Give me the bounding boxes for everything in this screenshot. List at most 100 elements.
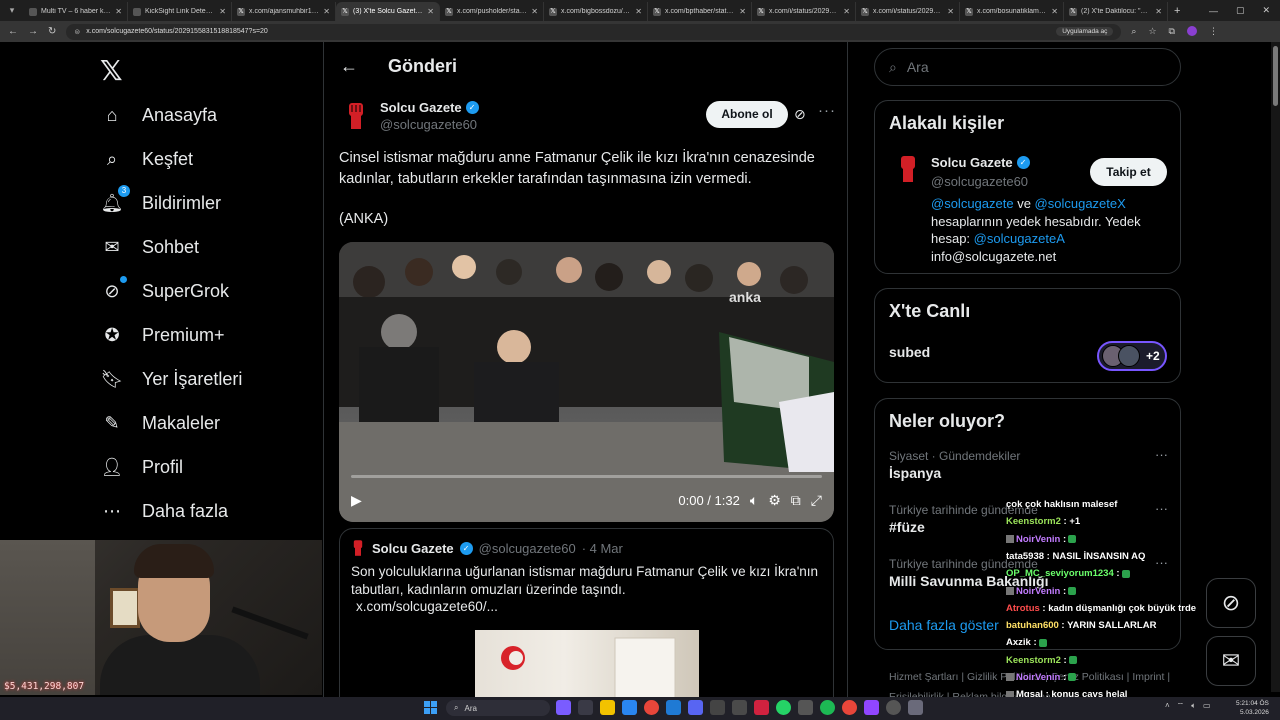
close-tab-icon[interactable]: ✕ (635, 7, 642, 16)
show-more-link[interactable]: Daha fazla göster (889, 617, 999, 633)
back-arrow-icon[interactable]: ← (340, 56, 358, 77)
mention-link[interactable]: @solcugazete (931, 196, 1014, 211)
sidebar-item-bell[interactable]: 🔔︎ 3 Bildirimler (100, 185, 221, 215)
browser-tab[interactable]: 𝕏 (2) X'te Daktilocu: "Ülkem ✕ (1064, 2, 1168, 21)
grok-fab-button[interactable]: ⊘ (1206, 578, 1256, 628)
live-space-name[interactable]: subed (889, 344, 930, 360)
fullscreen-icon[interactable]: ⤢ (811, 492, 822, 509)
battery-icon[interactable]: ▭ (1203, 701, 1211, 711)
close-tab-icon[interactable]: ✕ (843, 7, 850, 16)
settings-gear-icon[interactable]: ⚙ (768, 492, 781, 509)
close-tab-icon[interactable]: ✕ (427, 7, 434, 16)
live-space-pill[interactable]: +2 (1097, 341, 1167, 371)
scrollbar-thumb[interactable] (1273, 46, 1278, 106)
play-icon[interactable]: ▶ (351, 492, 362, 509)
sidebar-item-article[interactable]: ✎ Makaleler (100, 411, 220, 435)
sidebar-item-more-circle[interactable]: ⋯ Daha fazla (100, 499, 228, 523)
app-icon[interactable] (710, 700, 725, 715)
related-name[interactable]: Solcu Gazete ✓ (931, 155, 1030, 170)
twitch-icon[interactable] (864, 700, 879, 715)
taskbar-search[interactable]: ⌕ Ara (446, 700, 550, 716)
zoom-icon[interactable]: ⌕ (1131, 26, 1136, 37)
app-icon[interactable] (556, 700, 571, 715)
browser-tab[interactable]: 𝕏x.com/bosunatiklama/stat✕ (960, 2, 1064, 21)
whatsapp-icon[interactable] (776, 700, 791, 715)
task-view-icon[interactable] (578, 700, 593, 715)
browser-tab[interactable]: Multi TV – 6 haber kanalını✕ (24, 2, 128, 21)
sidebar-item-search[interactable]: ⌕ Keşfet (100, 147, 193, 171)
file-explorer-icon[interactable] (600, 700, 615, 715)
close-tab-icon[interactable]: ✕ (323, 7, 330, 16)
browser-menu-icon[interactable]: ⋮ (1209, 26, 1218, 37)
edge-icon[interactable] (622, 700, 637, 715)
trend-item[interactable]: #füze (889, 519, 925, 535)
follow-button[interactable]: Takip et (1090, 158, 1167, 186)
quoted-post-link[interactable]: x.com/solcugazete60/... (356, 599, 498, 614)
page-scrollbar[interactable] (1271, 42, 1280, 692)
minimize-icon[interactable]: — (1209, 6, 1218, 16)
x-logo-icon[interactable]: 𝕏 (100, 54, 123, 87)
maximize-icon[interactable]: ▢ (1236, 5, 1245, 16)
app-icon[interactable] (886, 700, 901, 715)
trend-more-icon[interactable]: ··· (1155, 447, 1168, 462)
author-handle[interactable]: @solcugazete60 (380, 117, 479, 132)
video-player[interactable]: anka ▶ 0:00 / 1:32 🔈︎ ⚙ ⧉ ⤢ (339, 242, 834, 522)
url-field[interactable]: ⊜ x.com/solcugazete60/status/20291558315… (66, 23, 1122, 40)
chrome-icon[interactable] (842, 700, 857, 715)
related-avatar[interactable] (895, 154, 921, 189)
close-window-icon[interactable]: ✕ (1262, 5, 1270, 16)
tab-search-icon[interactable]: ▾ (0, 5, 24, 16)
spotify-icon[interactable] (820, 700, 835, 715)
app-icon[interactable] (732, 700, 747, 715)
browser-tab[interactable]: KickSight Link Detector ✕ (128, 2, 232, 21)
trend-more-icon[interactable]: ··· (1155, 501, 1168, 516)
related-handle[interactable]: @solcugazete60 (931, 174, 1028, 189)
sidebar-item-verified[interactable]: ✪ Premium+ (100, 323, 224, 347)
profile-avatar[interactable] (1186, 26, 1197, 36)
sidebar-item-profile[interactable]: 👤︎ Profil (100, 455, 183, 479)
back-nav-icon[interactable]: ← (8, 26, 18, 37)
trend-more-icon[interactable]: ··· (1155, 555, 1168, 570)
new-tab-button[interactable]: + (1168, 5, 1186, 17)
close-tab-icon[interactable]: ✕ (947, 7, 954, 16)
site-info-icon[interactable]: ⊜ (74, 28, 80, 36)
tray-chevron-icon[interactable]: ˄ (1165, 701, 1170, 711)
app-icon[interactable] (754, 700, 769, 715)
close-tab-icon[interactable]: ✕ (219, 7, 226, 16)
browser-tab[interactable]: 𝕏x.com/bpthaber/status/2 ✕ (648, 2, 752, 21)
sidebar-item-home[interactable]: ⌂ Anasayfa (100, 103, 218, 127)
reload-icon[interactable]: ↻ (48, 26, 56, 37)
browser-tab[interactable]: 𝕏x.com/pusholder/status/2 ✕ (440, 2, 544, 21)
bookmark-star-icon[interactable]: ☆ (1148, 26, 1156, 37)
volume-icon[interactable]: 🔈︎ (750, 492, 758, 509)
store-icon[interactable] (666, 700, 681, 715)
mention-link[interactable]: @solcugazeteA (974, 231, 1065, 246)
sidebar-item-mail[interactable]: ✉ Sohbet (100, 235, 199, 259)
browser-tab[interactable]: 𝕏 (3) X'te Solcu Gazete: "Cin ✕ (336, 2, 440, 21)
search-input[interactable]: ⌕ Ara (874, 48, 1181, 86)
grok-icon[interactable]: ⊘ (794, 106, 806, 123)
open-in-app-button[interactable]: Uygulamada aç (1056, 27, 1114, 36)
forward-nav-icon[interactable]: → (28, 26, 38, 37)
messages-fab-button[interactable]: ✉ (1206, 636, 1256, 686)
browser-tab[interactable]: 𝕏x.com/ajansmuhbir1923/s✕ (232, 2, 336, 21)
mention-link[interactable]: @solcugazeteX (1035, 196, 1126, 211)
sidebar-item-grok[interactable]: ⊘ SuperGrok (100, 276, 229, 303)
browser-tab[interactable]: 𝕏x.com/i/status/20294861 ✕ (856, 2, 960, 21)
author-name[interactable]: Solcu Gazete ✓ (380, 100, 479, 115)
network-icon[interactable]: ⌔ (1177, 701, 1185, 711)
discord-icon[interactable] (688, 700, 703, 715)
app-icon[interactable] (908, 700, 923, 715)
close-tab-icon[interactable]: ✕ (1051, 7, 1058, 16)
browser-tab[interactable]: 𝕏x.com/i/status/20292566 ✕ (752, 2, 856, 21)
browser-tab[interactable]: 𝕏x.com/bigbossdozu/statu ✕ (544, 2, 648, 21)
picture-in-picture-icon[interactable]: ⧉ (791, 492, 801, 509)
sidebar-item-bookmark[interactable]: 🔖︎ Yer İşaretleri (100, 367, 243, 391)
taskbar-clock[interactable]: 5:21:04 ÖS 5.03.2026 (1236, 699, 1269, 717)
close-tab-icon[interactable]: ✕ (531, 7, 538, 16)
extensions-icon[interactable]: ⧉ (1169, 26, 1175, 37)
close-tab-icon[interactable]: ✕ (739, 7, 746, 16)
trend-item[interactable]: İspanya (889, 465, 941, 481)
quoted-post[interactable]: Solcu Gazete ✓ @solcugazete60 · 4 Mar So… (339, 528, 834, 720)
subscribe-button[interactable]: Abone ol (706, 101, 788, 128)
